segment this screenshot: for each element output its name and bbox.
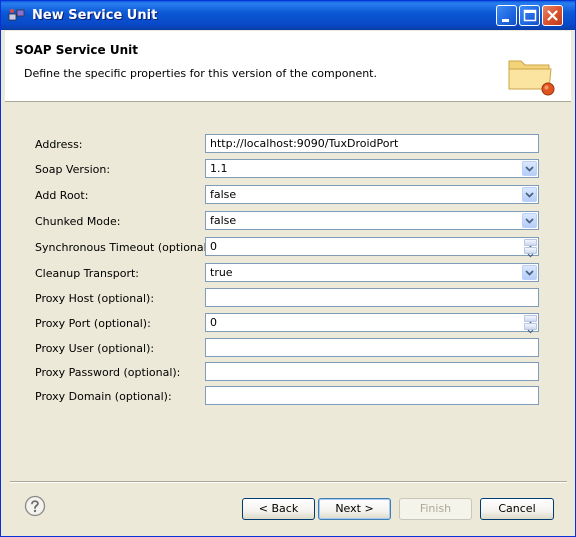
proxy-host-label: Proxy Host (optional): — [35, 292, 155, 305]
folder-icon — [507, 49, 555, 97]
title-bar[interactable]: New Service Unit — [1, 1, 575, 30]
dropdown-button[interactable] — [522, 161, 537, 176]
sync-timeout-spinner[interactable]: 0 — [205, 237, 539, 258]
soap-version-value: 1.1 — [210, 162, 228, 175]
chevron-down-icon — [525, 192, 534, 198]
wizard-header: SOAP Service Unit Define the specific pr… — [5, 31, 571, 102]
spinner-up-button[interactable] — [524, 239, 537, 250]
maximize-icon — [523, 9, 537, 22]
spinner-up-button[interactable] — [524, 315, 537, 326]
proxy-port-value: 0 — [210, 316, 217, 329]
next-button[interactable]: Next > — [318, 498, 391, 520]
soap-version-select[interactable]: 1.1 — [205, 159, 539, 178]
wizard-window: New Service Unit SOAP Service Unit Defin… — [0, 0, 576, 537]
add-root-select[interactable]: false — [205, 185, 539, 204]
address-value: http://localhost:9090/TuxDroidPort — [210, 137, 399, 150]
back-button[interactable]: < Back — [242, 498, 315, 520]
add-root-value: false — [210, 188, 237, 201]
cancel-button[interactable]: Cancel — [480, 498, 554, 520]
spinner-down-button[interactable] — [524, 323, 537, 334]
chunked-mode-select[interactable]: false — [205, 211, 539, 230]
cleanup-transport-select[interactable]: true — [205, 263, 539, 282]
arrow-down-icon — [527, 329, 534, 334]
proxy-port-spinner[interactable]: 0 — [205, 313, 539, 334]
proxy-password-label: Proxy Password (optional): — [35, 366, 181, 379]
proxy-domain-label: Proxy Domain (optional): — [35, 390, 172, 403]
minimize-icon — [502, 19, 509, 22]
chunked-mode-label: Chunked Mode: — [35, 215, 121, 228]
proxy-host-input[interactable] — [205, 288, 539, 307]
cleanup-transport-label: Cleanup Transport: — [35, 267, 139, 280]
footer-divider — [10, 481, 567, 483]
soap-version-label: Soap Version: — [35, 163, 111, 176]
dropdown-button[interactable] — [522, 265, 537, 280]
chunked-mode-value: false — [210, 214, 237, 227]
dropdown-button[interactable] — [522, 213, 537, 228]
help-icon[interactable] — [24, 495, 46, 517]
chevron-down-icon — [525, 270, 534, 276]
page-description: Define the specific properties for this … — [24, 67, 377, 80]
sync-timeout-label: Synchronous Timeout (optional): — [35, 241, 215, 254]
arrow-down-icon — [527, 253, 534, 258]
page-title: SOAP Service Unit — [15, 43, 138, 57]
maximize-button[interactable] — [519, 5, 540, 26]
chevron-down-icon — [525, 166, 534, 172]
proxy-domain-input[interactable] — [205, 386, 539, 405]
cleanup-transport-value: true — [210, 266, 233, 279]
window-title: New Service Unit — [32, 8, 158, 23]
sync-timeout-value: 0 — [210, 240, 217, 253]
close-icon — [547, 10, 558, 21]
finish-button[interactable]: Finish — [399, 498, 472, 520]
address-input[interactable]: http://localhost:9090/TuxDroidPort — [205, 134, 539, 153]
spinner-down-button[interactable] — [524, 247, 537, 258]
chevron-down-icon — [525, 218, 534, 224]
proxy-password-input[interactable] — [205, 362, 539, 381]
add-root-label: Add Root: — [35, 189, 89, 202]
close-button[interactable] — [542, 5, 563, 26]
proxy-user-label: Proxy User (optional): — [35, 342, 155, 355]
address-label: Address: — [35, 138, 83, 151]
proxy-user-input[interactable] — [205, 338, 539, 357]
proxy-port-label: Proxy Port (optional): — [35, 317, 151, 330]
dropdown-button[interactable] — [522, 187, 537, 202]
minimize-button[interactable] — [496, 5, 517, 26]
wizard-icon — [8, 8, 26, 22]
